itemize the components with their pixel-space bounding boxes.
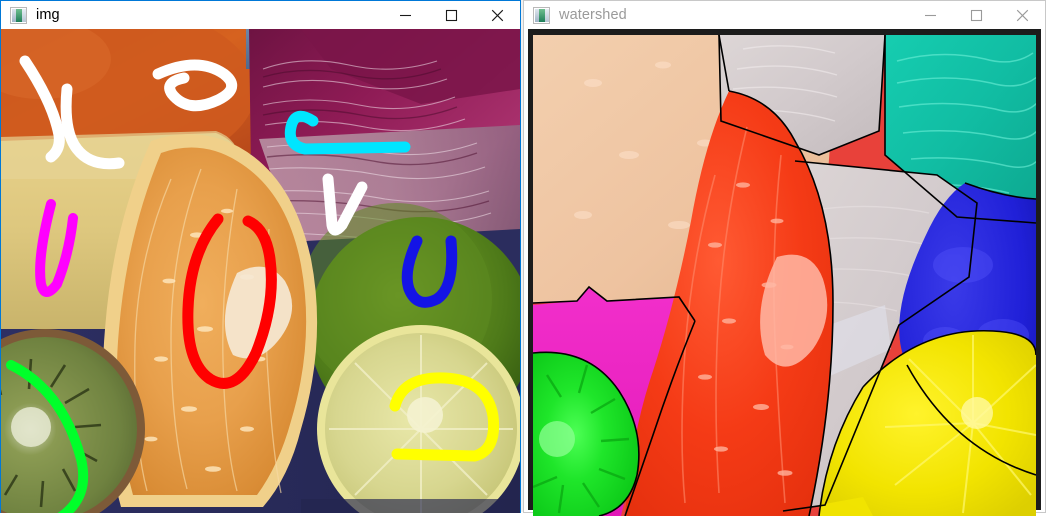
white-stroke-cabbage	[152, 59, 238, 112]
img-canvas[interactable]	[1, 29, 520, 513]
caption-buttons-watershed	[907, 1, 1045, 29]
titlebar-img[interactable]: img	[1, 1, 520, 29]
window-title-img: img	[36, 7, 60, 23]
watershed-frame	[528, 29, 1041, 516]
window-title-watershed: watershed	[559, 7, 627, 23]
segmentation-result	[533, 35, 1036, 516]
window-img[interactable]: img	[0, 0, 521, 513]
yellow-stroke-lemon	[389, 372, 500, 462]
red-stroke-orange	[182, 213, 277, 389]
magenta-stroke-banana	[35, 199, 78, 297]
watershed-canvas[interactable]	[533, 35, 1036, 516]
maximize-button-img[interactable]	[428, 1, 474, 29]
cyan-stroke-cabbage	[284, 110, 411, 155]
maximize-button-watershed[interactable]	[953, 1, 999, 29]
desktop: img watershed	[0, 0, 1046, 516]
minimize-button-watershed[interactable]	[907, 1, 953, 29]
white-stroke-top-left	[19, 55, 65, 163]
image-window-icon	[10, 6, 27, 24]
blue-stroke-lime	[401, 235, 458, 308]
close-button-img[interactable]	[474, 1, 520, 29]
titlebar-watershed[interactable]: watershed	[524, 1, 1045, 29]
minimize-button-img[interactable]	[382, 1, 428, 29]
window-watershed[interactable]: watershed	[523, 0, 1046, 516]
caption-buttons-img	[382, 1, 520, 29]
white-stroke-mid	[322, 173, 368, 236]
marker-strokes-layer	[6, 55, 500, 513]
close-button-watershed[interactable]	[999, 1, 1045, 29]
green-stroke-kiwi	[6, 360, 89, 513]
image-window-icon	[533, 6, 550, 24]
